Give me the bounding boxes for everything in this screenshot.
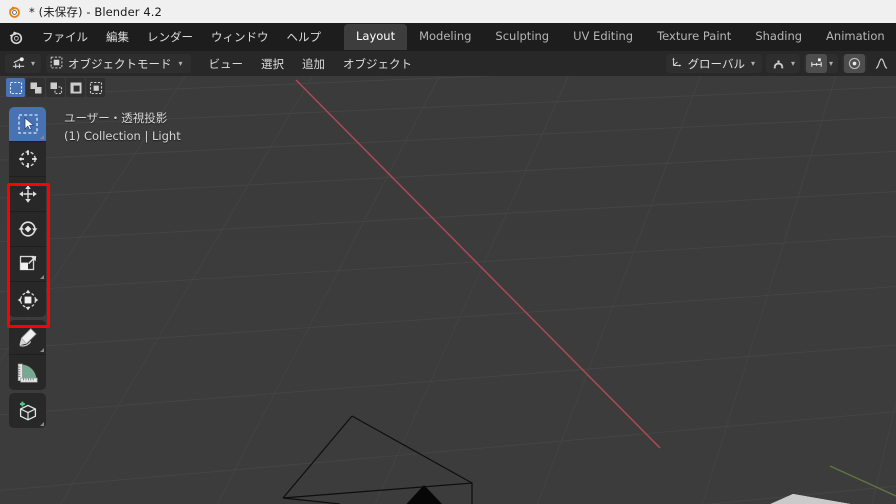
editor-type-3d-viewport-icon[interactable] [8, 54, 29, 73]
viewport-header-right-tools: グローバル ▾ ▾ ▾ [665, 51, 892, 76]
snap-target-controls: ▾ [803, 54, 838, 73]
window-title-text: * (未保存) - Blender 4.2 [29, 4, 162, 19]
tab-texture-paint[interactable]: Texture Paint [645, 24, 743, 50]
blender-window: * (未保存) - Blender 4.2 ファイル 編集 レンダー ウィンドウ… [0, 0, 896, 504]
3d-cursor-icon [18, 150, 37, 168]
move-arrows-icon [18, 185, 37, 203]
editor-type-selector[interactable]: ▾ [5, 54, 42, 73]
viewport-scene [0, 76, 896, 504]
tweak-select-box-tool[interactable] [9, 107, 46, 142]
tool-submenu-corner-icon [40, 275, 44, 279]
viewport-toolbar [9, 107, 46, 428]
scale-icon [19, 255, 36, 271]
menu-help[interactable]: ヘルプ [278, 26, 331, 48]
measure-ruler-icon [17, 363, 38, 383]
blender-menu-icon[interactable] [7, 28, 33, 46]
top-bar: ファイル 編集 レンダー ウィンドウ ヘルプ Layout Modeling S… [0, 23, 896, 51]
select-extend-icon[interactable] [26, 78, 45, 97]
transform-orientation-selector[interactable]: グローバル ▾ [665, 54, 762, 73]
3d-viewport[interactable]: ユーザー・透視投影 (1) Collection | Light [0, 76, 896, 504]
annotate-tool[interactable] [9, 320, 46, 355]
move-tool[interactable] [9, 177, 46, 212]
object-mode-icon [50, 54, 63, 73]
blender-logo-icon [7, 4, 22, 19]
tab-animation[interactable]: Animation [814, 24, 896, 50]
tab-layout[interactable]: Layout [344, 24, 408, 50]
add-cube-icon [19, 401, 36, 421]
select-box-icon [17, 114, 38, 134]
viewport-header: ▾ オブジェクトモード ▾ ビュー 選択 追加 オブジェクト グローバル ▾ ▾… [0, 51, 896, 76]
select-set-icon[interactable] [6, 78, 25, 97]
menu-object[interactable]: オブジェクト [335, 54, 420, 74]
select-subtract-icon[interactable] [46, 78, 65, 97]
transform-orientation-icon [670, 54, 684, 73]
add-cube-tool[interactable] [9, 393, 46, 428]
menu-add[interactable]: 追加 [294, 54, 333, 74]
snap-target-chevron-down-icon[interactable]: ▾ [827, 59, 836, 68]
tab-modeling[interactable]: Modeling [407, 24, 483, 50]
proportional-editing-icon[interactable] [844, 54, 865, 73]
measure-tool[interactable] [9, 355, 46, 390]
menu-edit[interactable]: 編集 [97, 26, 138, 48]
rotate-icon [18, 221, 37, 237]
menu-select[interactable]: 選択 [253, 54, 292, 74]
proportional-editing-controls [842, 54, 867, 73]
window-title-bar: * (未保存) - Blender 4.2 [0, 0, 896, 23]
tab-sculpting[interactable]: Sculpting [483, 24, 561, 50]
object-mode-chevron-down-icon[interactable]: ▾ [177, 59, 186, 68]
app-menu-area: ファイル 編集 レンダー ウィンドウ ヘルプ [0, 23, 330, 51]
object-mode-label: オブジェクトモード [68, 56, 172, 71]
rotate-tool[interactable] [9, 212, 46, 247]
scale-tool[interactable] [9, 247, 46, 282]
transform-orientation-chevron-down-icon[interactable]: ▾ [749, 59, 758, 68]
tab-uv-editing[interactable]: UV Editing [561, 24, 645, 50]
editor-type-chevron-down-icon[interactable]: ▾ [29, 59, 38, 68]
falloff-curve-icon[interactable] [871, 54, 892, 73]
menu-file[interactable]: ファイル [33, 26, 97, 48]
select-mode-strip [6, 78, 105, 97]
workspace-tabs: Layout Modeling Sculpting UV Editing Tex… [344, 23, 896, 51]
viewport-menus: ビュー 選択 追加 オブジェクト [201, 54, 421, 74]
transform-icon [17, 289, 38, 310]
tool-submenu-corner-icon [40, 422, 44, 426]
tab-shading[interactable]: Shading [743, 24, 814, 50]
annotate-pencil-icon [18, 328, 37, 347]
tool-submenu-corner-icon [40, 135, 44, 139]
snap-magnet-icon[interactable] [768, 54, 789, 73]
snap-increment-icon[interactable] [805, 54, 827, 73]
transform-tool[interactable] [9, 282, 46, 317]
menu-window[interactable]: ウィンドウ [202, 26, 278, 48]
select-invert-icon[interactable] [66, 78, 85, 97]
object-mode-selector[interactable]: オブジェクトモード ▾ [46, 54, 191, 73]
transform-orientation-label: グローバル [687, 56, 745, 71]
snap-controls: ▾ [765, 54, 800, 73]
tool-submenu-corner-icon [40, 348, 44, 352]
menu-view[interactable]: ビュー [201, 54, 252, 74]
snap-chevron-down-icon[interactable]: ▾ [789, 59, 798, 68]
select-intersect-icon[interactable] [86, 78, 105, 97]
cursor-tool[interactable] [9, 142, 46, 177]
menu-render[interactable]: レンダー [138, 26, 202, 48]
